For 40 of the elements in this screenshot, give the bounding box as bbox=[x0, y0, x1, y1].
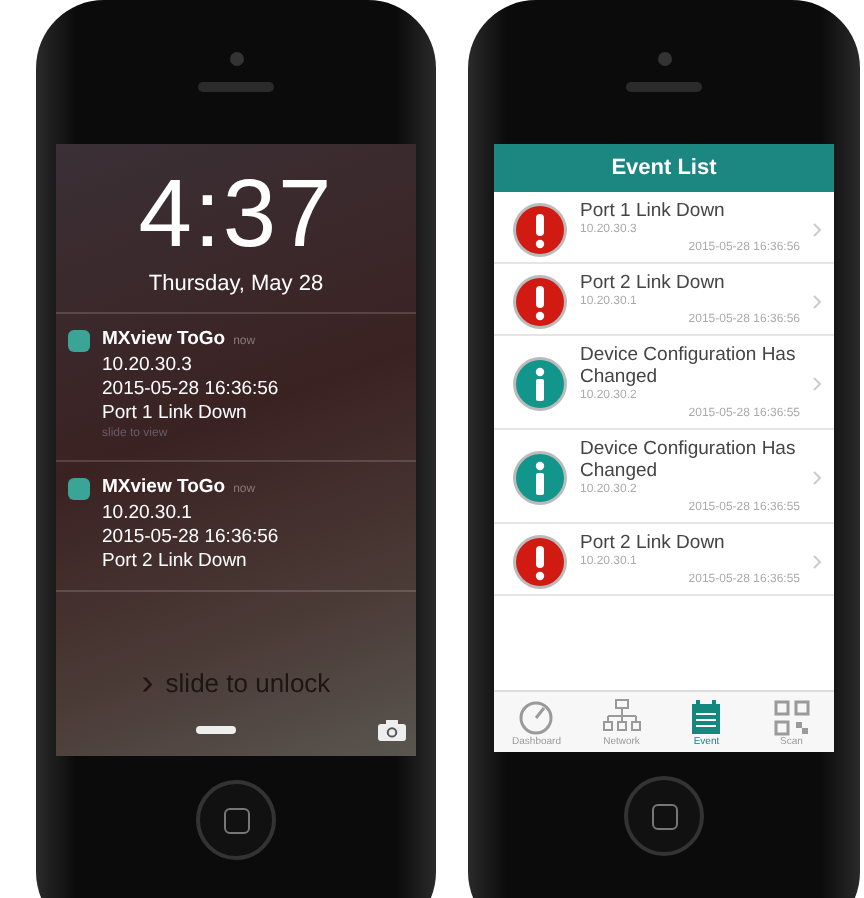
notification-text: 10.20.30.3 bbox=[102, 354, 194, 378]
event-title: Device Configuration Has Changed bbox=[580, 438, 798, 482]
event-title: Port 1 Link Down bbox=[580, 200, 727, 222]
notification-text: 2015-05-28 16:36:56 bbox=[102, 378, 279, 402]
chevron-icon bbox=[812, 221, 822, 237]
title-bar: Event List bbox=[494, 144, 834, 192]
app-icon bbox=[68, 478, 90, 500]
notification-text: 10.20.30.1 bbox=[102, 502, 194, 526]
gauge-icon bbox=[516, 697, 557, 735]
home-button[interactable] bbox=[196, 780, 276, 860]
event-title: Device Configuration Has Changed bbox=[580, 344, 798, 388]
exclamation-icon bbox=[512, 201, 568, 257]
chevron-icon bbox=[812, 293, 822, 309]
camera-icon bbox=[229, 52, 243, 66]
app-icon bbox=[68, 330, 90, 352]
network-icon bbox=[601, 697, 642, 735]
grabber-handle[interactable] bbox=[196, 726, 236, 734]
notification-text: 2015-05-28 16:36:56 bbox=[102, 526, 279, 550]
date-label: Thursday, May 28 bbox=[56, 272, 416, 314]
qr-code-icon bbox=[771, 697, 812, 735]
notification-text: Port 1 Link Down bbox=[102, 402, 249, 426]
camera-icon[interactable] bbox=[376, 718, 408, 742]
app-name: MXview ToGo bbox=[102, 328, 226, 350]
speaker-grille bbox=[626, 82, 702, 92]
chevron-icon bbox=[812, 553, 822, 569]
clock-time: 4:37 bbox=[136, 164, 336, 268]
notification-text: Port 2 Link Down bbox=[102, 550, 249, 574]
info-icon bbox=[512, 450, 568, 506]
event-title: Port 2 Link Down bbox=[580, 272, 727, 294]
speaker-grille bbox=[198, 82, 274, 92]
camera-icon bbox=[657, 52, 671, 66]
event-title: Port 2 Link Down bbox=[580, 532, 727, 554]
info-icon bbox=[512, 356, 568, 412]
exclamation-icon bbox=[512, 533, 568, 589]
chevron-icon: › bbox=[141, 662, 154, 704]
exclamation-icon bbox=[512, 273, 568, 329]
chevron-icon bbox=[812, 470, 822, 486]
home-button[interactable] bbox=[624, 776, 704, 856]
app-name: MXview ToGo bbox=[102, 476, 226, 498]
chevron-icon bbox=[812, 376, 822, 392]
